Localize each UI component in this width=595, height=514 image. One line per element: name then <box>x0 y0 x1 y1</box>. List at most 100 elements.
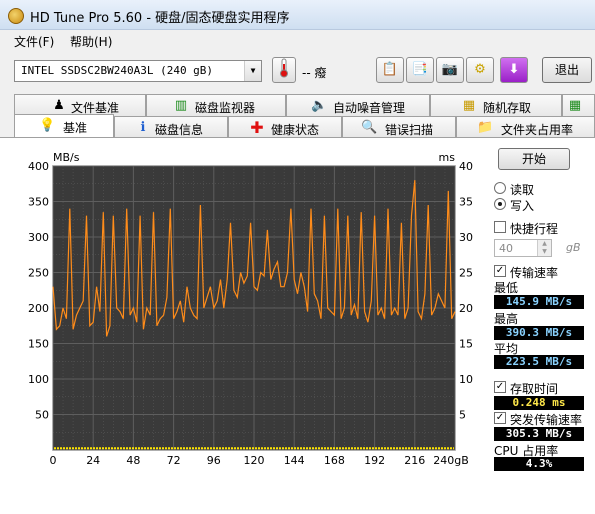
x-tick-label: 48 <box>126 454 140 467</box>
benchmark-panel: MB/s ms 400 350 300 250 200 150 100 50 40 35 30 25 20 1… <box>0 137 595 514</box>
y-axis-unit-right: ms <box>439 151 456 164</box>
settings-icon: ⚙ <box>474 62 486 77</box>
lightbulb-icon: 💡 <box>39 118 56 133</box>
y-tick-label-right: 5 <box>459 409 466 422</box>
y-tick-label-right: 40 <box>459 160 473 173</box>
save-button[interactable]: ⬇ <box>500 57 528 83</box>
tab-label: 文件夹占用率 <box>501 123 574 137</box>
info-icon: ℹ <box>140 120 146 135</box>
x-tick-label: 240gB <box>433 454 469 467</box>
spin-up-icon[interactable]: ▲ <box>537 240 551 248</box>
copy-info-button[interactable]: 📑 <box>406 57 434 83</box>
burst-rate-value: 305.3 MB/s <box>494 427 584 441</box>
x-tick-label: 0 <box>50 454 57 467</box>
y-tick-label-right: 10 <box>459 373 473 386</box>
start-button[interactable]: 开始 <box>498 148 570 170</box>
menu-help[interactable]: 帮助(H) <box>70 33 112 50</box>
y-tick-label-left: 50 <box>35 409 49 422</box>
exit-button[interactable]: 退出 <box>542 57 592 83</box>
short-stroke-value: 40 <box>499 242 513 255</box>
options-button[interactable]: ⚙ <box>466 57 494 83</box>
file-benchmark-icon: ♟ <box>53 98 65 113</box>
tab-label: 自动噪音管理 <box>333 101 406 115</box>
tab-label: 健康状态 <box>271 123 320 137</box>
access-time-checkbox[interactable]: ✓ <box>494 381 506 393</box>
random-access-icon: ▦ <box>462 98 476 113</box>
short-stroke-checkbox[interactable] <box>494 221 506 233</box>
temperature-readout: -- 癈 <box>302 66 327 80</box>
tab-label: 磁盘监视器 <box>195 101 256 115</box>
thermometer-icon <box>272 57 296 83</box>
tab-bar: ♟ 文件基准 ▥ 磁盘监视器 🔈 自动噪音管理 ▦ 随机存取 ▦ 💡 基准 ℹ … <box>0 92 595 137</box>
menu-file[interactable]: 文件(F) <box>14 33 54 50</box>
control-panel: 开始 读取 写入 快捷行程 40 ▲ ▼ gB ✓ 传输速率 最低 145.9 … <box>490 138 595 514</box>
tab-folder-usage[interactable]: 📁 文件夹占用率 <box>456 116 595 137</box>
title-bar: HD Tune Pro 5.60 - 硬盘/固态硬盘实用程序 <box>0 0 595 30</box>
y-tick-label-left: 300 <box>28 231 49 244</box>
short-stroke-input[interactable]: 40 ▲ ▼ <box>494 239 552 257</box>
tab-health[interactable]: ✚ 健康状态 <box>228 116 342 137</box>
tab-benchmark[interactable]: 💡 基准 <box>14 114 114 137</box>
access-time-label: 存取时间 <box>510 382 559 396</box>
min-value: 145.9 MB/s <box>494 295 584 309</box>
extra-tools-icon: ▦ <box>568 98 582 113</box>
drive-select[interactable]: INTEL SSDSC2BW240A3L (240 gB) ▼ <box>14 60 262 82</box>
window-title: HD Tune Pro 5.60 - 硬盘/固态硬盘实用程序 <box>30 11 290 26</box>
y-tick-label-left: 200 <box>28 302 49 315</box>
cpu-usage-value: 4.3% <box>494 457 584 471</box>
y-tick-label-left: 150 <box>28 338 49 351</box>
tab-label: 错误扫描 <box>385 123 434 137</box>
menu-bar: 文件(F) 帮助(H) <box>0 30 595 52</box>
x-tick-label: 96 <box>207 454 221 467</box>
tab-random-access[interactable]: ▦ 随机存取 <box>430 94 562 116</box>
y-tick-label-left: 350 <box>28 196 49 209</box>
short-stroke-label: 快捷行程 <box>510 222 559 236</box>
spin-down-icon[interactable]: ▼ <box>537 248 551 256</box>
tab-disk-monitor[interactable]: ▥ 磁盘监视器 <box>146 94 286 116</box>
write-label: 写入 <box>510 199 535 213</box>
y-tick-label-right: 30 <box>459 231 473 244</box>
short-stroke-unit: gB <box>566 241 581 254</box>
app-logo-icon <box>8 8 24 24</box>
y-tick-label-left: 400 <box>28 160 49 173</box>
y-tick-label-right: 25 <box>459 267 473 280</box>
x-tick-label: 72 <box>167 454 181 467</box>
max-label: 最高 <box>494 312 519 326</box>
y-tick-label-right: 15 <box>459 338 473 351</box>
copy-info-icon: 📑 <box>411 62 429 77</box>
write-radio[interactable] <box>494 198 506 210</box>
tab-label: 随机存取 <box>483 101 532 115</box>
tab-acoustic-management[interactable]: 🔈 自动噪音管理 <box>286 94 430 116</box>
download-arrow-icon: ⬇ <box>508 62 520 77</box>
tab-disk-info[interactable]: ℹ 磁盘信息 <box>114 116 228 137</box>
speaker-icon: 🔈 <box>311 98 328 113</box>
y-axis-unit-left: MB/s <box>53 151 80 164</box>
red-cross-icon: ✚ <box>250 118 264 137</box>
copy-text-button[interactable]: 📋 <box>376 57 404 83</box>
toolbar: INTEL SSDSC2BW240A3L (240 gB) ▼ -- 癈 📋 📑… <box>0 52 595 92</box>
min-label: 最低 <box>494 281 519 295</box>
y-tick-label-right: 35 <box>459 196 473 209</box>
tab-label: 磁盘信息 <box>155 123 204 137</box>
transfer-rate-checkbox[interactable]: ✓ <box>494 265 506 277</box>
disk-monitor-icon: ▥ <box>174 98 188 113</box>
tab-extra[interactable]: ▦ <box>562 94 595 116</box>
x-tick-label: 144 <box>284 454 305 467</box>
y-tick-label-left: 250 <box>28 267 49 280</box>
x-tick-label: 120 <box>244 454 265 467</box>
chevron-down-icon[interactable]: ▼ <box>244 61 261 81</box>
tab-error-scan[interactable]: 🔍 错误扫描 <box>342 116 456 137</box>
drive-select-value: INTEL SSDSC2BW240A3L (240 gB) <box>21 64 214 77</box>
copy-text-icon: 📋 <box>381 62 399 77</box>
y-tick-label-left: 100 <box>28 373 49 386</box>
burst-rate-label: 突发传输速率 <box>510 413 583 427</box>
read-radio[interactable] <box>494 182 506 194</box>
tab-label: 基准 <box>63 121 88 135</box>
screenshot-button[interactable]: 📷 <box>436 57 464 83</box>
camera-icon: 📷 <box>441 62 459 77</box>
tab-file-benchmark[interactable]: ♟ 文件基准 <box>14 94 146 116</box>
x-tick-label: 24 <box>86 454 100 467</box>
burst-rate-checkbox[interactable]: ✓ <box>494 412 506 424</box>
y-tick-label-right: 20 <box>459 302 473 315</box>
read-label: 读取 <box>510 183 535 197</box>
